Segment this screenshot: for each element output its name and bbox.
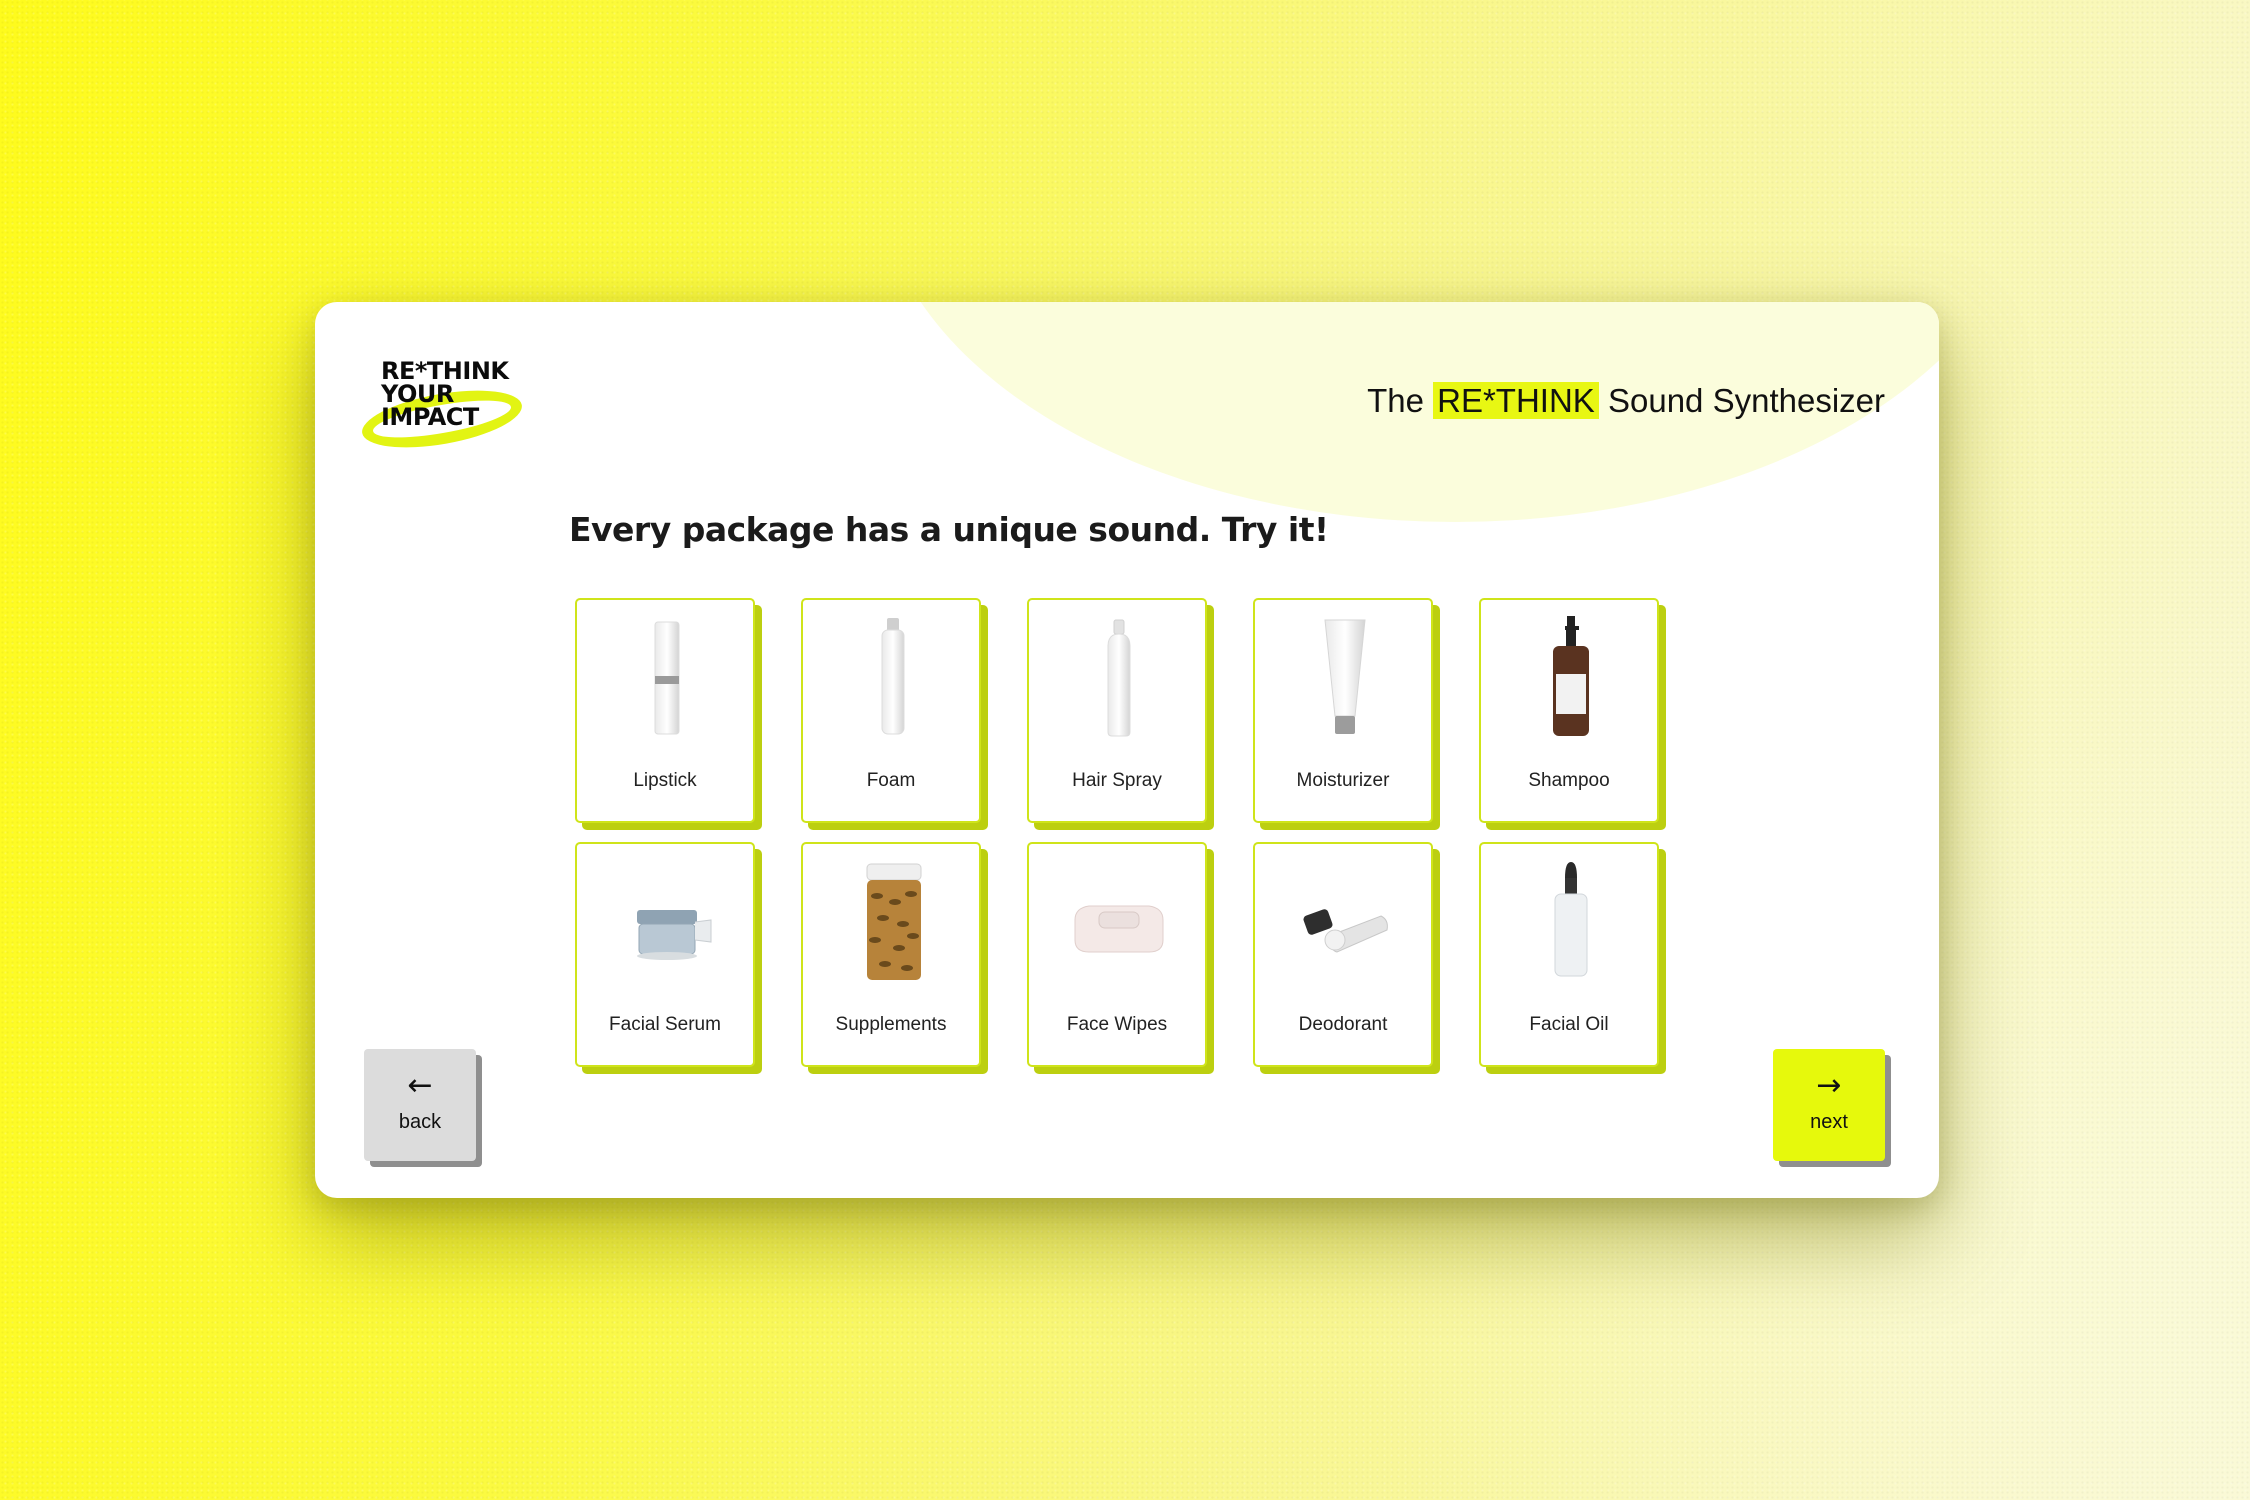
serum-jar-icon (637, 910, 712, 960)
tile-label: Foam (866, 770, 916, 791)
product-tile-deodorant[interactable]: Deodorant (1253, 842, 1433, 1067)
product-tile-lipstick[interactable]: Lipstick (575, 598, 755, 823)
tile-label: Hair Spray (1072, 770, 1162, 791)
back-button[interactable]: ← back (364, 1049, 476, 1161)
product-grid: Lipstick Foam Hair Spray Moisturizer Sha… (575, 598, 1659, 1078)
shampoo-bottle-icon (1553, 616, 1589, 736)
tile-label: Facial Oil (1529, 1014, 1609, 1035)
lipstick-icon (654, 621, 680, 735)
tile-label: Shampoo (1528, 770, 1610, 791)
product-tile-face-wipes[interactable]: Face Wipes (1027, 842, 1207, 1067)
product-tile-foam[interactable]: Foam (801, 598, 981, 823)
synth-card: RE*THINK YOUR IMPACT The RE*THINK Sound … (315, 302, 1939, 1198)
product-tile-facial-oil[interactable]: Facial Oil (1479, 842, 1659, 1067)
next-button-label: next (1810, 1111, 1848, 1133)
tile-label: Facial Serum (609, 1014, 721, 1035)
arrow-right-icon: → (1816, 1068, 1842, 1103)
product-tile-supplements[interactable]: Supplements (801, 842, 981, 1067)
hair-spray-icon (1107, 619, 1131, 737)
arrow-left-icon: ← (407, 1068, 433, 1103)
supplement-jar-icon (866, 863, 922, 980)
tile-label: Face Wipes (1066, 1014, 1168, 1035)
tile-label: Lipstick (633, 770, 697, 791)
deodorant-icon (1303, 909, 1388, 953)
title-prefix: The (1367, 382, 1424, 419)
logo-text: RE*THINK YOUR IMPACT (381, 359, 509, 431)
product-tile-facial-serum[interactable]: Facial Serum (575, 842, 755, 1067)
title-highlight: RE*THINK (1433, 382, 1599, 419)
tile-label: Deodorant (1298, 1014, 1388, 1035)
tile-label: Supplements (835, 1014, 947, 1035)
title-suffix: Sound Synthesizer (1607, 382, 1885, 419)
tile-label: Moisturizer (1296, 770, 1390, 791)
product-tile-hair-spray[interactable]: Hair Spray (1027, 598, 1207, 823)
foam-can-icon (881, 618, 905, 735)
wipes-pack-icon (1074, 905, 1164, 953)
rethink-logo: RE*THINK YOUR IMPACT (357, 354, 531, 458)
section-heading: Every package has a unique sound. Try it… (569, 510, 1329, 549)
logo-line-3: IMPACT (381, 403, 479, 431)
product-tile-shampoo[interactable]: Shampoo (1479, 598, 1659, 823)
back-button-label: back (398, 1111, 442, 1133)
product-tile-moisturizer[interactable]: Moisturizer (1253, 598, 1433, 823)
next-button[interactable]: → next (1773, 1049, 1885, 1161)
dropper-bottle-icon (1554, 862, 1588, 977)
page-title: The RE*THINK Sound Synthesizer (1367, 382, 1885, 420)
moisturizer-tube-icon (1324, 619, 1366, 734)
